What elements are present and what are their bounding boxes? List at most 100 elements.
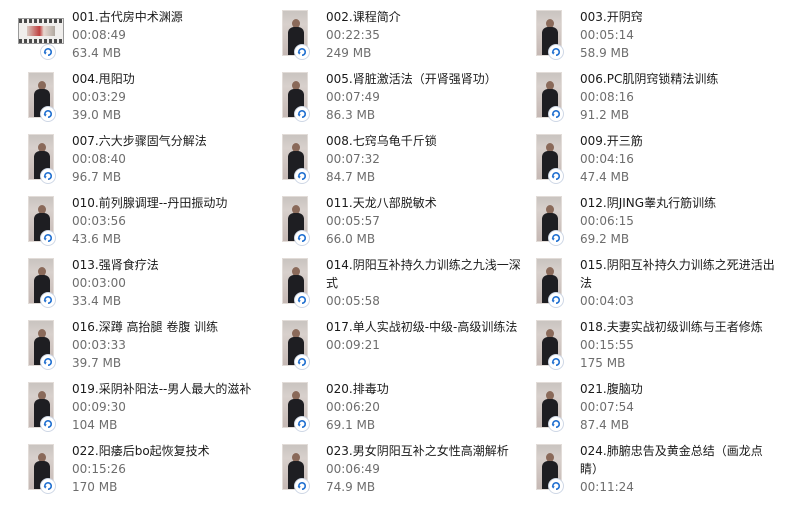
file-name: 022.阳痿后bo起恢复技术 bbox=[72, 444, 210, 458]
file-name: 012.阴JING睾丸行筋训练 bbox=[580, 196, 717, 210]
file-duration: 00:06:15 bbox=[580, 214, 634, 228]
file-item[interactable]: 004.甩阳功 00:03:29 39.0 MB bbox=[28, 70, 278, 126]
file-duration: 00:15:55 bbox=[580, 338, 634, 352]
file-item[interactable]: 011.天龙八部脱敏术 00:05:57 66.0 MB bbox=[282, 194, 532, 250]
file-item[interactable]: 003.开阴窍 00:05:14 58.9 MB bbox=[536, 8, 786, 64]
file-name: 009.开三筋 bbox=[580, 134, 643, 148]
file-name: 018.夫妻实战初级训练与王者修炼 bbox=[580, 320, 763, 334]
file-duration: 00:05:14 bbox=[580, 28, 634, 42]
sync-arrow-icon bbox=[294, 230, 310, 246]
file-size: 39.0 MB bbox=[72, 108, 122, 122]
file-item[interactable]: 023.男女阴阳互补之女性高潮解析 00:06:49 74.9 MB bbox=[282, 442, 532, 498]
file-duration: 00:04:16 bbox=[580, 152, 634, 166]
file-item[interactable]: 006.PC肌阴窍锁精法训练 00:08:16 91.2 MB bbox=[536, 70, 786, 126]
sync-arrow-icon bbox=[40, 416, 56, 432]
file-item[interactable]: 001.古代房中术渊源 00:08:49 63.4 MB bbox=[18, 8, 278, 64]
film-strip-icon bbox=[18, 18, 64, 44]
file-duration: 00:08:49 bbox=[72, 28, 126, 42]
file-name: 001.古代房中术渊源 bbox=[72, 10, 183, 24]
file-item[interactable]: 005.肾脏激活法（开肾强肾功） 00:07:49 86.3 MB bbox=[282, 70, 532, 126]
file-size: 63.4 MB bbox=[72, 46, 122, 60]
sync-arrow-icon bbox=[40, 354, 56, 370]
file-duration: 00:07:49 bbox=[326, 90, 380, 104]
file-size: 47.4 MB bbox=[580, 170, 630, 184]
file-duration: 00:04:03 bbox=[580, 294, 634, 308]
sync-arrow-icon bbox=[40, 478, 56, 494]
sync-arrow-icon bbox=[294, 292, 310, 308]
file-size: 33.4 MB bbox=[72, 294, 122, 308]
file-size: 69.1 MB bbox=[326, 418, 376, 432]
file-duration: 00:22:35 bbox=[326, 28, 380, 42]
sync-arrow-icon bbox=[40, 168, 56, 184]
file-size: 39.7 MB bbox=[72, 356, 122, 370]
file-item[interactable]: 010.前列腺调理--丹田振动功 00:03:56 43.6 MB bbox=[28, 194, 278, 250]
file-item[interactable]: 017.单人实战初级-中级-高级训练法 00:09:21 bbox=[282, 318, 532, 374]
sync-arrow-icon bbox=[294, 106, 310, 122]
sync-arrow-icon bbox=[40, 230, 56, 246]
file-duration: 00:15:26 bbox=[72, 462, 126, 476]
file-duration: 00:05:57 bbox=[326, 214, 380, 228]
file-duration: 00:05:58 bbox=[326, 294, 380, 308]
file-item[interactable]: 002.课程简介 00:22:35 249 MB bbox=[282, 8, 532, 64]
sync-arrow-icon bbox=[548, 44, 564, 60]
file-item[interactable]: 018.夫妻实战初级训练与王者修炼 00:15:55 175 MB bbox=[536, 318, 786, 374]
file-item[interactable]: 016.深蹲 高抬腿 卷腹 训练 00:03:33 39.7 MB bbox=[28, 318, 278, 374]
file-name: 003.开阴窍 bbox=[580, 10, 643, 24]
file-duration: 00:03:29 bbox=[72, 90, 126, 104]
sync-arrow-icon bbox=[294, 416, 310, 432]
file-name: 020.排毒功 bbox=[326, 382, 389, 396]
file-item[interactable]: 014.阴阳互补持久力训练之九浅一深式 00:05:58 bbox=[282, 256, 532, 312]
file-size: 175 MB bbox=[580, 356, 626, 370]
file-item[interactable]: 020.排毒功 00:06:20 69.1 MB bbox=[282, 380, 532, 436]
file-item[interactable]: 007.六大步骤固气分解法 00:08:40 96.7 MB bbox=[28, 132, 278, 188]
file-size: 74.9 MB bbox=[326, 480, 376, 494]
file-size: 91.2 MB bbox=[580, 108, 630, 122]
file-size: 69.2 MB bbox=[580, 232, 630, 246]
file-name: 005.肾脏激活法（开肾强肾功） bbox=[326, 72, 497, 86]
sync-arrow-icon bbox=[40, 44, 56, 60]
sync-arrow-icon bbox=[548, 168, 564, 184]
file-duration: 00:08:16 bbox=[580, 90, 634, 104]
file-size: 58.9 MB bbox=[580, 46, 630, 60]
file-item[interactable]: 019.采阴补阳法--男人最大的滋补 00:09:30 104 MB bbox=[28, 380, 278, 436]
sync-arrow-icon bbox=[548, 478, 564, 494]
file-item[interactable]: 024.肺腑忠告及黄金总结（画龙点睛） 00:11:24 bbox=[536, 442, 786, 498]
file-size: 249 MB bbox=[326, 46, 372, 60]
file-name: 015.阴阳互补持久力训练之死进活出法 bbox=[580, 258, 775, 290]
sync-arrow-icon bbox=[294, 478, 310, 494]
file-name: 007.六大步骤固气分解法 bbox=[72, 134, 207, 148]
file-name: 023.男女阴阳互补之女性高潮解析 bbox=[326, 444, 509, 458]
file-size: 170 MB bbox=[72, 480, 118, 494]
file-size: 66.0 MB bbox=[326, 232, 376, 246]
file-size: 104 MB bbox=[72, 418, 118, 432]
file-name: 002.课程简介 bbox=[326, 10, 401, 24]
file-duration: 00:07:32 bbox=[326, 152, 380, 166]
file-name: 016.深蹲 高抬腿 卷腹 训练 bbox=[72, 320, 219, 334]
file-size: 43.6 MB bbox=[72, 232, 122, 246]
file-duration: 00:03:56 bbox=[72, 214, 126, 228]
file-name: 014.阴阳互补持久力训练之九浅一深式 bbox=[326, 258, 521, 290]
file-name: 004.甩阳功 bbox=[72, 72, 135, 86]
file-duration: 00:07:54 bbox=[580, 400, 634, 414]
file-item[interactable]: 021.腹脑功 00:07:54 87.4 MB bbox=[536, 380, 786, 436]
file-size: 87.4 MB bbox=[580, 418, 630, 432]
file-size: 84.7 MB bbox=[326, 170, 376, 184]
file-name: 013.强肾食疗法 bbox=[72, 258, 159, 272]
file-name: 021.腹脑功 bbox=[580, 382, 643, 396]
file-name: 024.肺腑忠告及黄金总结（画龙点睛） bbox=[580, 444, 763, 476]
file-name: 008.七窍乌龟千斤锁 bbox=[326, 134, 437, 148]
sync-arrow-icon bbox=[294, 44, 310, 60]
file-name: 011.天龙八部脱敏术 bbox=[326, 196, 437, 210]
file-item[interactable]: 008.七窍乌龟千斤锁 00:07:32 84.7 MB bbox=[282, 132, 532, 188]
file-item[interactable]: 009.开三筋 00:04:16 47.4 MB bbox=[536, 132, 786, 188]
file-name: 010.前列腺调理--丹田振动功 bbox=[72, 196, 228, 210]
sync-arrow-icon bbox=[548, 106, 564, 122]
file-item[interactable]: 015.阴阳互补持久力训练之死进活出法 00:04:03 bbox=[536, 256, 786, 312]
sync-arrow-icon bbox=[548, 354, 564, 370]
file-item[interactable]: 022.阳痿后bo起恢复技术 00:15:26 170 MB bbox=[28, 442, 278, 498]
file-item[interactable]: 013.强肾食疗法 00:03:00 33.4 MB bbox=[28, 256, 278, 312]
file-name: 017.单人实战初级-中级-高级训练法 bbox=[326, 320, 518, 334]
sync-arrow-icon bbox=[40, 292, 56, 308]
file-size: 86.3 MB bbox=[326, 108, 376, 122]
file-item[interactable]: 012.阴JING睾丸行筋训练 00:06:15 69.2 MB bbox=[536, 194, 786, 250]
